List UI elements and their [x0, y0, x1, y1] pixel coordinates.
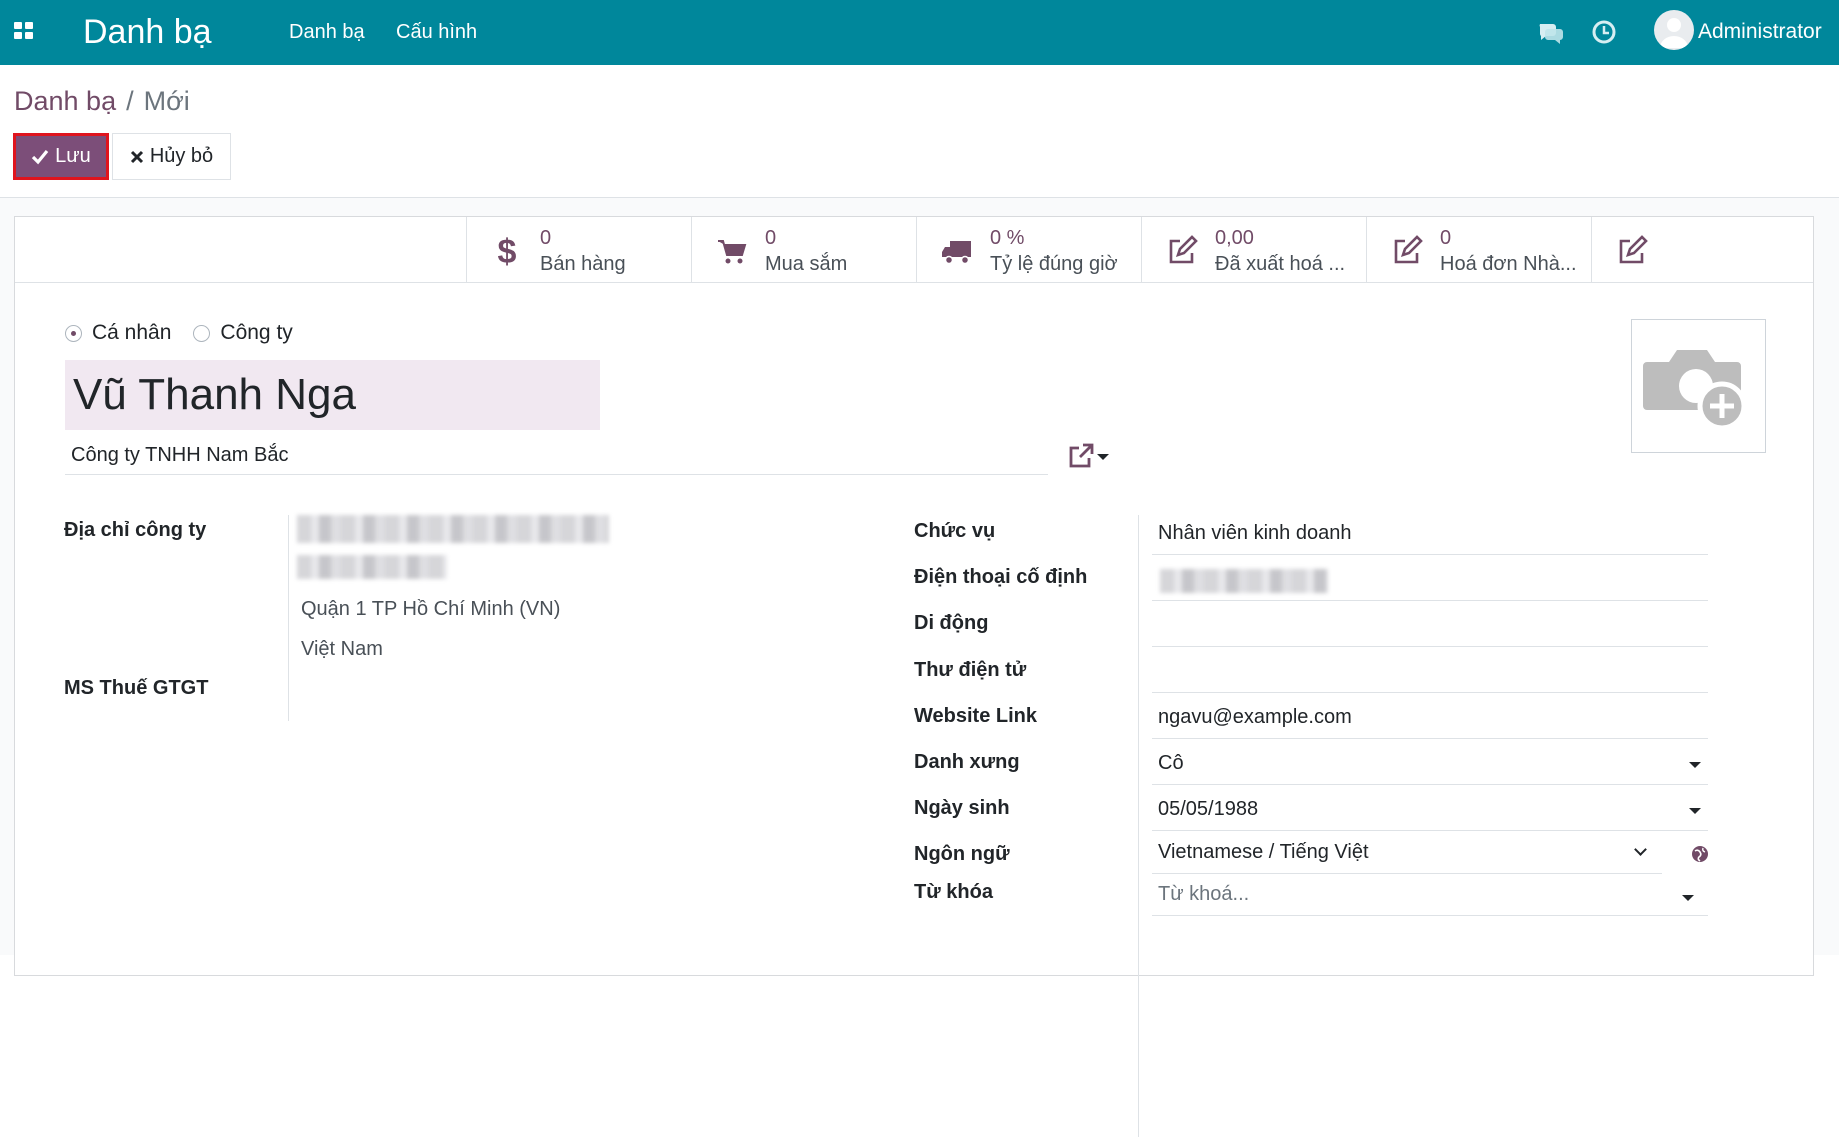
stat-label: Mua sắm [765, 253, 848, 275]
apps-icon[interactable] [14, 22, 34, 40]
edit-icon [1169, 235, 1198, 264]
truck-icon [942, 241, 971, 265]
clock-icon[interactable] [1590, 18, 1618, 46]
dropdown-caret-icon [1689, 808, 1701, 814]
dropdown-caret-icon [1689, 762, 1701, 768]
avatar-icon[interactable] [1654, 10, 1694, 50]
birthday-input[interactable]: 05/05/1988 [1152, 791, 1708, 831]
language-value: Vietnamese / Tiếng Việt [1158, 841, 1369, 863]
stat-label: Bán hàng [540, 253, 626, 275]
phone-input[interactable] [1152, 561, 1708, 601]
smart-button-box: $ 0 Bán hàng 0 Mua sắm 0 % Tỷ lệ đúng gi… [15, 217, 1813, 283]
chat-icon[interactable] [1537, 18, 1565, 46]
email-label: Thư điện tử [914, 659, 1027, 681]
chevron-down-icon [1634, 843, 1647, 856]
tags-label: Từ khóa [914, 881, 993, 903]
stat-value: 0 % [990, 227, 1025, 249]
phone-label: Điện thoại cố định [914, 566, 1088, 588]
partner-name-input[interactable] [65, 360, 600, 430]
discard-button-label: Hủy bỏ [149, 145, 214, 167]
company-radio-label[interactable]: Công ty [220, 321, 292, 345]
birthday-label: Ngày sinh [914, 797, 1010, 819]
function-value: Nhân viên kinh doanh [1158, 522, 1352, 544]
stat-value: 0 [765, 227, 777, 249]
breadcrumb: Danh bạ / Mới [14, 85, 190, 117]
company-type-radio-group: Cá nhân Công ty [65, 321, 315, 345]
top-navbar: Danh bạ Danh bạ Cấu hình Administrator [0, 0, 1839, 65]
phone-blurred [1160, 569, 1328, 593]
purchase-smart-button[interactable]: 0 Mua sắm [691, 217, 916, 283]
stat-value: 0 [1440, 227, 1452, 249]
function-input[interactable]: Nhân viên kinh doanh [1152, 515, 1708, 555]
title-value: Cô [1158, 752, 1184, 774]
mobile-label: Di động [914, 612, 989, 634]
stat-label: Hoá đơn Nhà... [1440, 253, 1577, 275]
street2-blurred[interactable] [297, 555, 447, 579]
breadcrumb-current: Mới [143, 86, 190, 116]
company-address-label: Địa chỉ công ty [64, 519, 207, 541]
divider [1138, 515, 1139, 1137]
website-input[interactable]: ngavu@example.com [1152, 699, 1708, 739]
email-input[interactable] [1152, 653, 1708, 693]
cart-icon [718, 240, 747, 264]
stat-label: Đã xuất hoá ... [1215, 253, 1346, 275]
individual-radio-label[interactable]: Cá nhân [92, 321, 171, 345]
form-sheet: $ 0 Bán hàng 0 Mua sắm 0 % Tỷ lệ đúng gi… [14, 216, 1814, 1137]
check-icon [32, 149, 49, 164]
language-select[interactable]: Vietnamese / Tiếng Việt [1152, 834, 1662, 874]
divider [288, 515, 289, 721]
avatar-upload[interactable] [1631, 319, 1766, 453]
street-blurred[interactable] [297, 515, 609, 543]
breadcrumb-parent[interactable]: Danh bạ [14, 86, 116, 116]
tags-input[interactable]: Từ khoá... [1152, 876, 1708, 916]
language-label: Ngôn ngữ [914, 843, 1010, 865]
invoiced-smart-button[interactable]: 0,00 Đã xuất hoá ... [1141, 217, 1366, 283]
vendor-bills-smart-button[interactable]: 0 Hoá đơn Nhà... [1366, 217, 1591, 283]
svg-text:$: $ [498, 235, 517, 267]
title-label: Danh xưng [914, 751, 1020, 773]
menu-configuration[interactable]: Cấu hình [396, 20, 477, 44]
address-city-line[interactable]: Quận 1 TP Hồ Chí Minh (VN) [301, 598, 560, 621]
external-link-icon[interactable] [1066, 441, 1096, 471]
dropdown-caret-icon [1682, 895, 1694, 901]
parent-company-value: Công ty TNHH Nam Bắc [71, 444, 289, 466]
website-value: ngavu@example.com [1158, 706, 1352, 728]
camera-plus-icon [1643, 350, 1747, 431]
more-smart-button[interactable] [1591, 217, 1813, 283]
tags-placeholder: Từ khoá... [1158, 883, 1250, 905]
parent-company-field[interactable]: Công ty TNHH Nam Bắc [65, 439, 1109, 475]
user-menu[interactable]: Administrator [1698, 20, 1822, 44]
dollar-icon: $ [498, 235, 517, 267]
menu-contacts[interactable]: Danh bạ [289, 20, 365, 44]
edit-icon [1394, 235, 1423, 264]
stat-value: 0,00 [1215, 227, 1254, 249]
mobile-input[interactable] [1152, 607, 1708, 647]
on-time-rate-smart-button[interactable]: 0 % Tỷ lệ đúng giờ [916, 217, 1141, 283]
edit-icon [1619, 235, 1648, 264]
vat-label: MS Thuế GTGT [64, 677, 209, 699]
company-radio[interactable] [193, 324, 211, 342]
save-button-label: Lưu [55, 145, 91, 167]
sales-smart-button[interactable]: $ 0 Bán hàng [466, 217, 691, 283]
function-label: Chức vụ [914, 520, 996, 542]
stat-value: 0 [540, 227, 552, 249]
title-select[interactable]: Cô [1152, 745, 1708, 785]
save-button[interactable]: Lưu [13, 133, 109, 180]
address-country[interactable]: Việt Nam [301, 638, 383, 661]
app-name[interactable]: Danh bạ [83, 12, 212, 52]
breadcrumb-separator: / [126, 86, 134, 116]
individual-radio[interactable] [65, 324, 82, 342]
dropdown-caret-icon[interactable] [1097, 454, 1109, 460]
close-icon [130, 150, 143, 163]
globe-icon[interactable] [1691, 845, 1709, 863]
stat-label: Tỷ lệ đúng giờ [990, 253, 1118, 275]
website-label: Website Link [914, 705, 1037, 727]
discard-button[interactable]: Hủy bỏ [112, 133, 231, 180]
birthday-value: 05/05/1988 [1158, 798, 1259, 820]
